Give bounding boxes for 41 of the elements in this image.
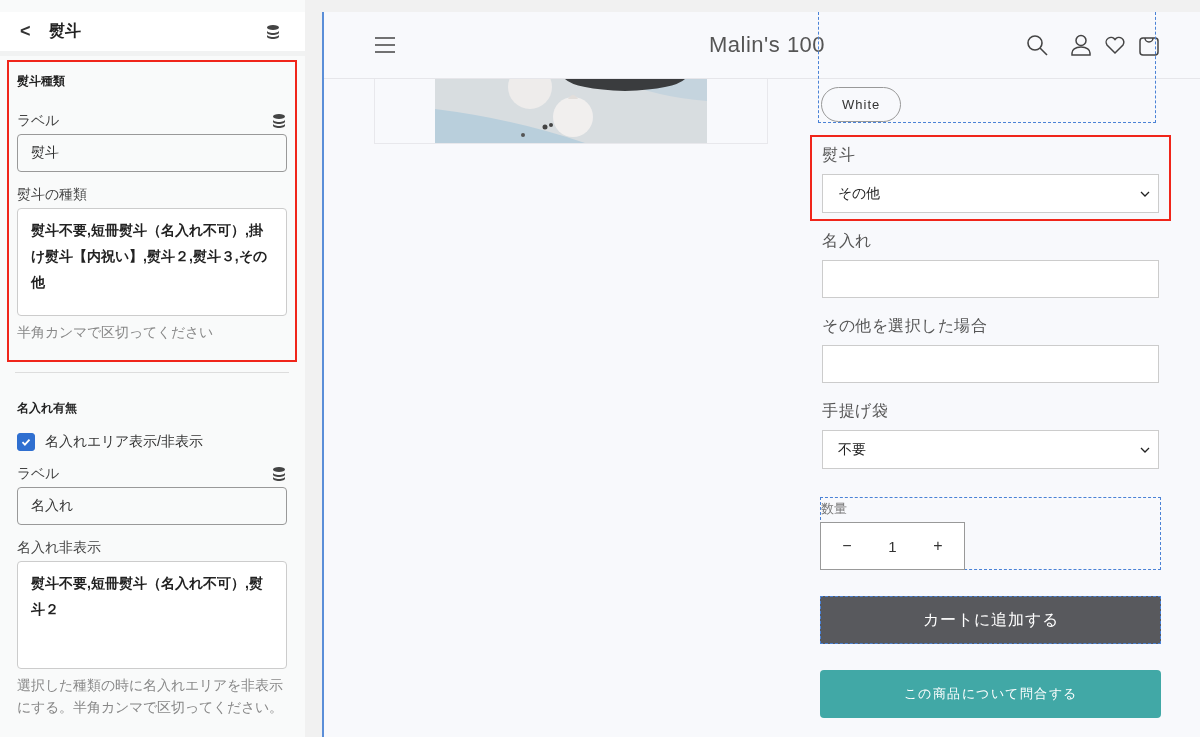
section-title: 名入れ有無 — [17, 400, 78, 417]
database-icon[interactable] — [271, 113, 287, 129]
add-to-cart-button[interactable]: カートに追加する — [820, 596, 1161, 644]
field-label: ラベル — [17, 112, 59, 130]
account-icon[interactable] — [1070, 34, 1092, 56]
checkbox-label: 名入れエリア表示/非表示 — [45, 433, 203, 451]
textarea-field[interactable]: 熨斗不要,短冊熨斗（名入れ不可）,掛け熨斗【内祝い】,熨斗２,熨斗３,その他 — [17, 208, 287, 316]
caret-icon — [1140, 446, 1150, 453]
database-icon[interactable] — [271, 466, 287, 482]
back-button[interactable]: < — [16, 21, 35, 42]
quantity-label: 数量 — [821, 500, 848, 518]
database-icon[interactable] — [265, 23, 281, 40]
field-label: 名入れ非表示 — [17, 539, 101, 557]
field-label: ラベル — [17, 465, 59, 483]
menu-icon[interactable] — [374, 34, 396, 56]
field-label: 名入れ — [822, 231, 873, 251]
section-title: 熨斗種類 — [17, 73, 66, 90]
field-label: 熨斗 — [822, 145, 856, 165]
heart-icon[interactable] — [1104, 34, 1126, 56]
checkbox[interactable] — [17, 433, 35, 451]
field-label: その他を選択した場合 — [822, 316, 988, 336]
field-label: 熨斗の種類 — [17, 186, 87, 204]
quantity-value[interactable]: 1 — [888, 537, 897, 555]
caret-icon — [1140, 190, 1150, 197]
check-icon — [20, 436, 32, 448]
store-name[interactable]: Malin's 100 — [709, 32, 826, 58]
bag-icon[interactable] — [1138, 34, 1160, 56]
help-text: 選択した種類の時に名入れエリアを非表示にする。半角カンマで区切ってください。 — [17, 677, 284, 717]
text-field[interactable]: 名入れ — [17, 487, 287, 525]
decrease-button[interactable]: − — [836, 537, 858, 555]
select-field[interactable]: 不要 — [822, 430, 1159, 469]
search-icon[interactable] — [1026, 34, 1048, 56]
field-label: 手提げ袋 — [822, 401, 889, 421]
panel-title: 熨斗 — [48, 21, 82, 41]
increase-button[interactable]: + — [927, 537, 949, 555]
help-text: 半角カンマで区切ってください — [17, 324, 214, 342]
textarea-field[interactable]: 熨斗不要,短冊熨斗（名入れ不可）,熨斗２ — [17, 561, 287, 669]
text-field[interactable] — [822, 345, 1159, 383]
select-field[interactable]: その他 — [822, 174, 1159, 213]
text-field[interactable] — [822, 260, 1159, 298]
text-field[interactable]: 熨斗 — [17, 134, 287, 172]
